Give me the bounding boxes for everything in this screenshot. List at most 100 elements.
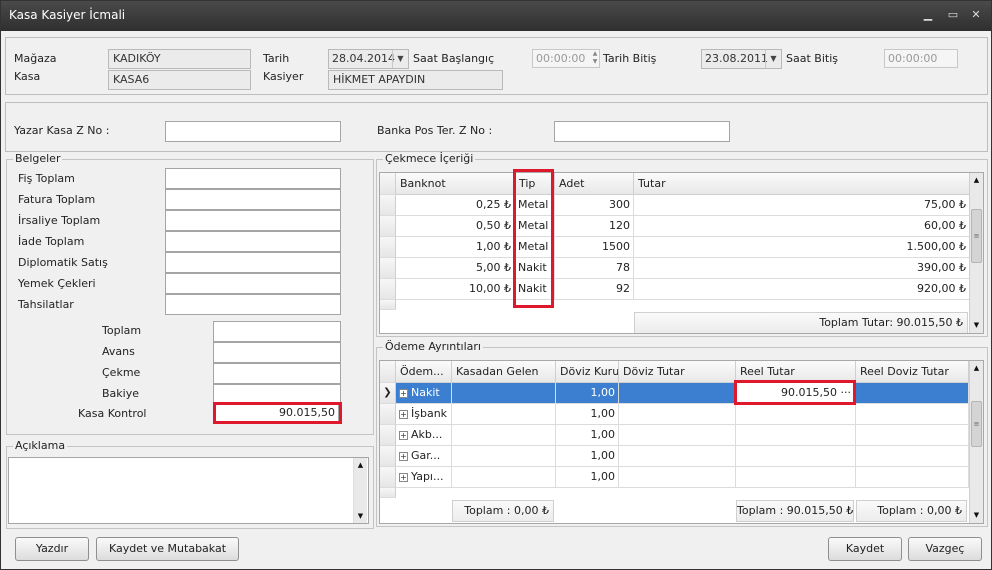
scroll-down-icon[interactable]: ▼	[970, 508, 983, 522]
tahsilatlar-input[interactable]	[165, 294, 341, 315]
col-tutar[interactable]: Tutar	[634, 173, 970, 195]
zno-panel	[5, 102, 988, 152]
cell-banknot[interactable]: 0,50 ₺	[396, 216, 515, 237]
col-odeme[interactable]: Ödem...	[396, 361, 452, 383]
cell-reel-doviz-tutar[interactable]	[856, 467, 969, 488]
cell-tutar[interactable]: 920,00 ₺	[634, 279, 970, 300]
yemek-cekleri-input[interactable]	[165, 273, 341, 294]
tarih-bitis-label: Tarih Bitiş	[603, 52, 657, 65]
cell-doviz-kuru[interactable]: 1,00	[556, 404, 619, 425]
col-doviz-kuru[interactable]: Döviz Kuru	[556, 361, 619, 383]
cell-kasadan-gelen[interactable]	[452, 425, 556, 446]
expand-icon[interactable]: +	[399, 409, 408, 419]
cell-kasadan-gelen[interactable]	[452, 446, 556, 467]
row-indicator	[380, 425, 396, 446]
chevron-down-icon[interactable]: ▼	[765, 50, 781, 68]
kasadan-gelen-footer-total: Toplam : 0,00 ₺	[452, 500, 554, 522]
col-doviz-tutar[interactable]: Döviz Tutar	[619, 361, 736, 383]
col-adet[interactable]: Adet	[555, 173, 634, 195]
cell-reel-tutar[interactable]	[736, 467, 856, 488]
cell-reel-tutar[interactable]	[736, 425, 856, 446]
cell-doviz-tutar[interactable]	[619, 404, 736, 425]
cell-adet[interactable]: 300	[555, 195, 634, 216]
col-kasadan-gelen[interactable]: Kasadan Gelen	[452, 361, 556, 383]
irsaliye-toplam-input[interactable]	[165, 210, 341, 231]
cell-kasadan-gelen[interactable]	[452, 467, 556, 488]
cell-doviz-tutar[interactable]	[619, 383, 736, 404]
cell-adet[interactable]: 120	[555, 216, 634, 237]
expand-icon[interactable]: +	[399, 430, 408, 440]
cell-reel-doviz-tutar[interactable]	[856, 383, 969, 404]
cell-doviz-kuru[interactable]: 1,00	[556, 425, 619, 446]
cell-reel-tutar[interactable]	[736, 446, 856, 467]
cell-kasadan-gelen[interactable]	[452, 404, 556, 425]
scroll-down-icon[interactable]: ▼	[970, 318, 983, 332]
cell-adet[interactable]: 78	[555, 258, 634, 279]
col-reel-doviz-tutar[interactable]: Reel Doviz Tutar	[856, 361, 969, 383]
expand-icon[interactable]: +	[399, 388, 408, 398]
cell-adet[interactable]: 92	[555, 279, 634, 300]
aciklama-textarea[interactable]	[8, 457, 369, 524]
col-banknot[interactable]: Banknot	[396, 173, 515, 195]
scroll-up-icon[interactable]: ▲	[970, 361, 983, 375]
tarih-bitis-combo[interactable]: 23.08.2011 ▼	[701, 49, 782, 69]
highlight-box	[213, 402, 342, 424]
cell-odeme[interactable]: + İşbank	[396, 404, 452, 425]
scroll-thumb[interactable]: ≡	[971, 209, 982, 263]
cell-odeme[interactable]: + Akb...	[396, 425, 452, 446]
cell-odeme-selected[interactable]: + Nakit	[396, 383, 452, 404]
cell-reel-doviz-tutar[interactable]	[856, 404, 969, 425]
cell-reel-doviz-tutar[interactable]	[856, 446, 969, 467]
cell-tutar[interactable]: 60,00 ₺	[634, 216, 970, 237]
iade-toplam-input[interactable]	[165, 231, 341, 252]
cell-doviz-kuru[interactable]: 1,00	[556, 383, 619, 404]
cekmece-scrollbar[interactable]: ▲ ≡ ▼	[969, 173, 983, 333]
kaydet-button[interactable]: Kaydet	[828, 537, 902, 561]
cell-adet[interactable]: 1500	[555, 237, 634, 258]
cell-tutar[interactable]: 1.500,00 ₺	[634, 237, 970, 258]
row-indicator	[380, 258, 396, 279]
scroll-up-icon[interactable]: ▲	[970, 173, 983, 187]
chevron-down-icon[interactable]: ▼	[392, 50, 408, 68]
fis-toplam-input[interactable]	[165, 168, 341, 189]
scroll-thumb[interactable]: ≡	[971, 401, 982, 447]
toplam-input[interactable]	[213, 321, 341, 342]
cell-banknot[interactable]: 0,25 ₺	[396, 195, 515, 216]
tarih-combo[interactable]: 28.04.2014 ▼	[328, 49, 409, 69]
cell-doviz-tutar[interactable]	[619, 425, 736, 446]
cekme-input[interactable]	[213, 363, 341, 384]
cell-banknot[interactable]: 10,00 ₺	[396, 279, 515, 300]
cell-doviz-tutar[interactable]	[619, 446, 736, 467]
aciklama-scrollbar[interactable]: ▲ ▼	[353, 458, 367, 523]
cell-odeme[interactable]: + Yapı...	[396, 467, 452, 488]
cell-banknot[interactable]: 5,00 ₺	[396, 258, 515, 279]
cell-kasadan-gelen[interactable]	[452, 383, 556, 404]
banka-pos-input[interactable]	[554, 121, 730, 142]
cell-reel-tutar[interactable]	[736, 404, 856, 425]
cell-doviz-kuru[interactable]: 1,00	[556, 446, 619, 467]
yazar-kasa-input[interactable]	[165, 121, 341, 142]
scroll-up-icon[interactable]: ▲	[354, 458, 367, 472]
cell-tutar[interactable]: 390,00 ₺	[634, 258, 970, 279]
avans-input[interactable]	[213, 342, 341, 363]
expand-icon[interactable]: +	[399, 451, 408, 461]
title-bar: Kasa Kasiyer İcmali ▁ ▭ ✕	[1, 1, 991, 31]
yazdir-button[interactable]: Yazdır	[15, 537, 89, 561]
expand-icon[interactable]: +	[399, 472, 408, 482]
minimize-icon[interactable]: ▁	[919, 7, 937, 23]
vazgec-button[interactable]: Vazgeç	[908, 537, 982, 561]
cell-tutar[interactable]: 75,00 ₺	[634, 195, 970, 216]
cell-odeme[interactable]: + Gar...	[396, 446, 452, 467]
fatura-toplam-input[interactable]	[165, 189, 341, 210]
kaydet-mutabakat-button[interactable]: Kaydet ve Mutabakat	[96, 537, 239, 561]
cell-doviz-tutar[interactable]	[619, 467, 736, 488]
odeme-scrollbar[interactable]: ▲ ≡ ▼	[969, 361, 983, 523]
cell-reel-doviz-tutar[interactable]	[856, 425, 969, 446]
maximize-icon[interactable]: ▭	[944, 7, 962, 23]
scroll-down-icon[interactable]: ▼	[354, 509, 367, 523]
saat-baslangic-label: Saat Başlangıç	[413, 52, 495, 65]
diplomatik-satis-input[interactable]	[165, 252, 341, 273]
cell-doviz-kuru[interactable]: 1,00	[556, 467, 619, 488]
cell-banknot[interactable]: 1,00 ₺	[396, 237, 515, 258]
close-icon[interactable]: ✕	[967, 7, 985, 23]
